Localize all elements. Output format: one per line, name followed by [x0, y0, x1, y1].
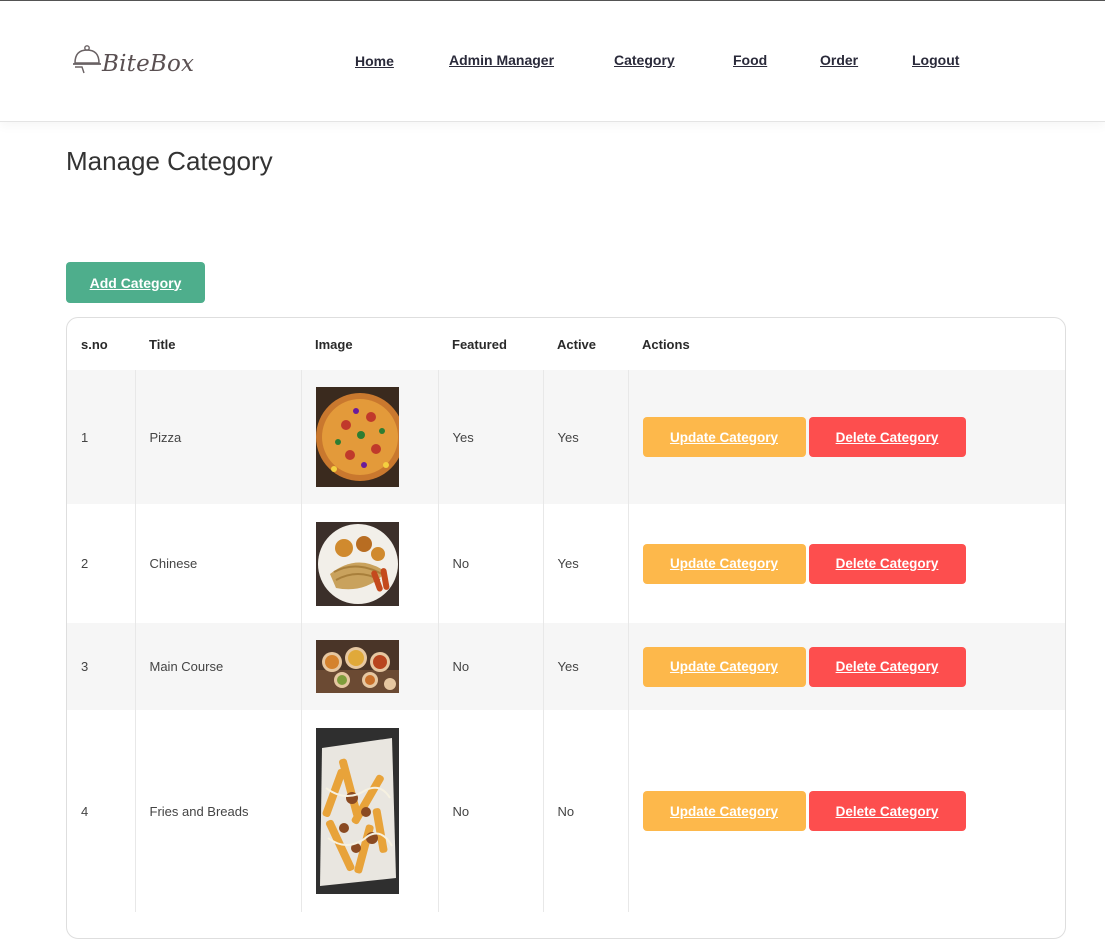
cell-sno: 1	[67, 370, 136, 504]
nav-admin-manager[interactable]: Admin Manager	[449, 52, 554, 68]
header-title: Title	[149, 336, 176, 352]
cell-featured: No	[438, 623, 544, 710]
cell-title: Fries and Breads	[135, 710, 302, 912]
header-sno: s.no	[81, 336, 108, 352]
cell-image	[301, 710, 439, 912]
brand-name: BiteBox	[102, 51, 195, 77]
header-image: Image	[315, 336, 353, 352]
cell-sno: 2	[67, 504, 136, 623]
table-row: 1 Pizza Yes Yes Update Category Delete C…	[67, 370, 1065, 504]
cell-active: Yes	[543, 370, 629, 504]
header-featured: Featured	[452, 336, 507, 352]
table-row: 3 Main Course No Yes Update Category Del…	[67, 623, 1065, 710]
cell-featured: No	[438, 504, 544, 623]
pizza-image	[315, 387, 399, 487]
delete-category-button[interactable]: Delete Category	[808, 417, 966, 457]
cell-sno: 3	[67, 623, 136, 710]
cell-actions: Update Category Delete Category	[628, 504, 1065, 623]
cell-title: Pizza	[135, 370, 302, 504]
cell-featured: No	[438, 710, 544, 912]
page-title: Manage Category	[66, 146, 273, 176]
cell-image	[301, 370, 439, 504]
nav-food[interactable]: Food	[733, 52, 767, 68]
cell-title: Main Course	[135, 623, 302, 710]
delete-category-button[interactable]: Delete Category	[808, 791, 966, 831]
cell-sno: 4	[67, 710, 136, 912]
cell-image	[301, 504, 439, 623]
cell-actions: Update Category Delete Category	[628, 370, 1065, 504]
category-table: s.no Title Image Featured Active Actions…	[67, 318, 1065, 912]
cell-actions: Update Category Delete Category	[628, 623, 1065, 710]
cell-image	[301, 623, 439, 710]
table-row: 4 Fries and Breads No No Update Category…	[67, 710, 1065, 912]
delete-category-button[interactable]: Delete Category	[808, 543, 966, 584]
update-category-button[interactable]: Update Category	[642, 791, 806, 831]
header-actions: Actions	[642, 336, 690, 352]
cell-featured: Yes	[438, 370, 544, 504]
fries-image	[315, 728, 399, 894]
table-header-row: s.no Title Image Featured Active Actions	[67, 318, 1065, 370]
update-category-button[interactable]: Update Category	[642, 417, 806, 457]
update-category-button[interactable]: Update Category	[642, 646, 806, 687]
main-course-image	[315, 640, 399, 693]
nav-order[interactable]: Order	[820, 52, 858, 68]
cell-active: No	[543, 710, 629, 912]
cell-active: Yes	[543, 623, 629, 710]
cell-actions: Update Category Delete Category	[628, 710, 1065, 912]
add-category-button[interactable]: Add Category	[66, 262, 205, 303]
table-row: 2 Chinese No Yes Update Category Delete …	[67, 504, 1065, 623]
chinese-food-image	[315, 521, 399, 606]
nav-home[interactable]: Home	[355, 53, 394, 69]
site-header: BiteBox Home Admin Manager Category Food…	[0, 1, 1105, 122]
nav-category[interactable]: Category	[614, 52, 675, 68]
update-category-button[interactable]: Update Category	[642, 543, 806, 584]
cloche-icon	[73, 45, 101, 74]
category-table-container: s.no Title Image Featured Active Actions…	[66, 317, 1066, 939]
cell-title: Chinese	[135, 504, 302, 623]
nav-logout[interactable]: Logout	[912, 52, 959, 68]
cell-active: Yes	[543, 504, 629, 623]
header-active: Active	[557, 336, 597, 352]
brand-logo[interactable]: BiteBox	[72, 43, 195, 79]
delete-category-button[interactable]: Delete Category	[808, 646, 966, 687]
